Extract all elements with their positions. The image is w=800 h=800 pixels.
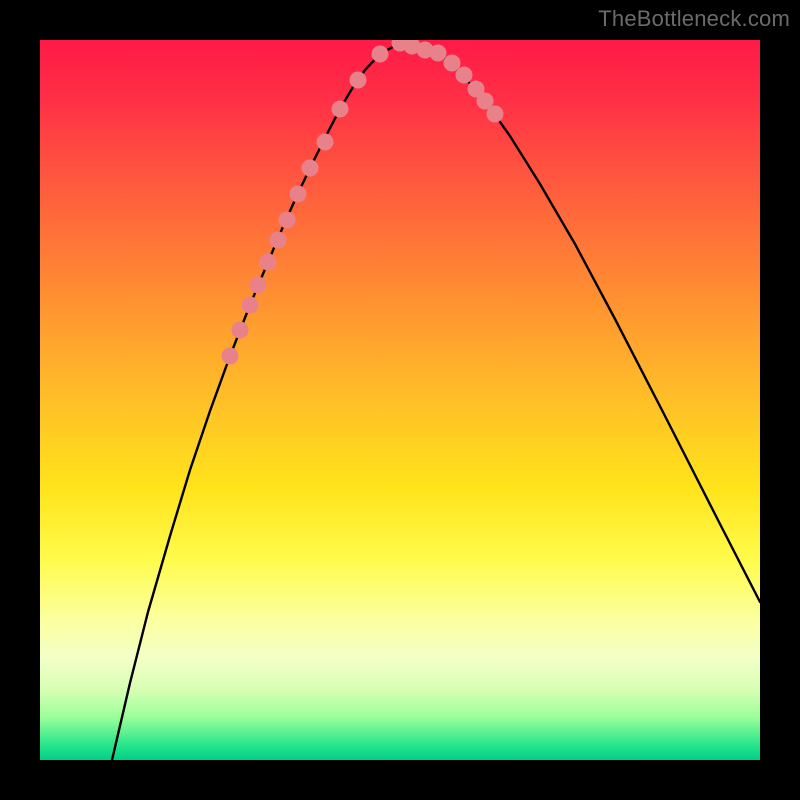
bottleneck-curve [112, 43, 760, 760]
data-dot [487, 106, 504, 123]
watermark-text: TheBottleneck.com [598, 6, 790, 32]
chart-frame: TheBottleneck.com [0, 0, 800, 800]
data-dot [317, 134, 334, 151]
data-dot [430, 45, 447, 62]
data-dot [456, 67, 473, 84]
data-dot [372, 46, 389, 63]
data-dot [222, 348, 239, 365]
data-dot [444, 55, 461, 72]
data-dot [250, 277, 267, 294]
data-dot [290, 186, 307, 203]
data-dot [260, 254, 277, 271]
plot-area [40, 40, 760, 760]
data-dot [279, 212, 296, 229]
curve-layer [40, 40, 760, 760]
data-dot [350, 72, 367, 89]
data-dot [302, 160, 319, 177]
data-dot [242, 297, 259, 314]
curve-dots [222, 40, 504, 365]
data-dot [332, 101, 349, 118]
data-dot [270, 232, 287, 249]
data-dot [232, 322, 249, 339]
